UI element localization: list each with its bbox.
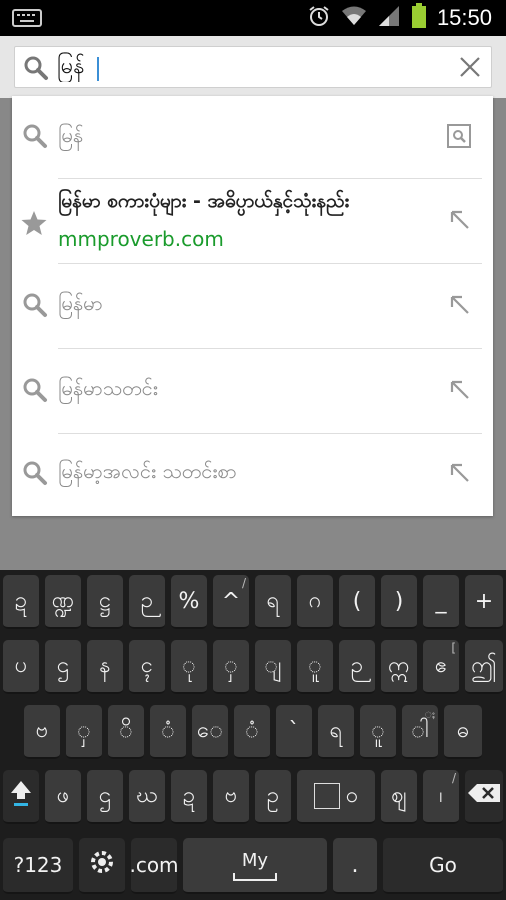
key[interactable]: ၚ: [129, 640, 165, 694]
key[interactable]: ဃ: [129, 770, 165, 824]
search-header: [0, 36, 506, 98]
space-key[interactable]: My: [183, 838, 327, 894]
gear-icon: [89, 849, 115, 881]
shift-key[interactable]: [3, 770, 39, 824]
wifi-icon: [341, 5, 367, 31]
suggestion-text: မြန်: [58, 123, 84, 147]
search-icon: [22, 292, 48, 322]
symbols-key[interactable]: ?123: [3, 838, 73, 894]
arrow-up-left-icon[interactable]: [449, 462, 471, 488]
key[interactable]: ဗ: [213, 770, 249, 824]
suggestion-item[interactable]: မြန်: [12, 96, 493, 178]
key[interactable]: ိ: [108, 705, 144, 759]
status-bar: 15:50: [0, 0, 506, 36]
clear-icon[interactable]: [459, 56, 481, 82]
key[interactable]: ဂ: [297, 575, 333, 629]
key[interactable]: ျ: [255, 640, 291, 694]
key[interactable]: %: [171, 575, 207, 629]
soft-keyboard: ဍ ဏ္ဍ ဋ္ဌ ဉ % ^ / ရ ဂ ( ) _ + ပ ဌ န ၚ ု ှ…: [0, 570, 506, 900]
key[interactable]: ဉ: [129, 575, 165, 629]
key[interactable]: ဝ: [297, 770, 375, 824]
shift-icon: [9, 779, 33, 813]
key[interactable]: ရ: [318, 705, 354, 759]
key[interactable]: ဉ: [339, 640, 375, 694]
keyboard-notification-icon: [12, 9, 42, 31]
settings-key[interactable]: [79, 838, 125, 894]
key[interactable]: ပ: [3, 640, 39, 694]
search-icon: [22, 460, 48, 490]
arrow-up-left-icon[interactable]: [449, 209, 471, 235]
suggestion-item[interactable]: မြန်မာသတင်း: [12, 349, 493, 433]
key[interactable]: ူ: [360, 705, 396, 759]
key[interactable]: ံ: [150, 705, 186, 759]
key[interactable]: ဧ[: [423, 640, 459, 694]
suggestion-item[interactable]: မြန်မာ့အလင်း သတင်းစာ: [12, 434, 493, 516]
key[interactable]: ရ: [255, 575, 291, 629]
suggestion-text: မြန်မာ့အလင်း သတင်းစာ: [58, 459, 237, 483]
suggestion-title: မြန်မာ စကားပုံများ - အဓိပ္ပာယ်နှင့်သုံးန…: [58, 190, 350, 212]
key[interactable]: ဋ္ဌ: [87, 575, 123, 629]
suggestions-dropdown: မြန် မြန်မာ စကားပုံများ - အဓိပ္ပာယ်နှင့်…: [12, 96, 493, 516]
search-icon: [23, 55, 49, 85]
key[interactable]: န: [87, 640, 123, 694]
clock: 15:50: [436, 5, 492, 30]
key[interactable]: ဈ: [381, 770, 417, 824]
suggestion-text: မြန်မာ: [58, 291, 103, 315]
search-icon: [22, 377, 48, 407]
key[interactable]: ဌ: [87, 770, 123, 824]
key[interactable]: ^ /: [213, 575, 249, 629]
key[interactable]: ှ: [213, 640, 249, 694]
suggestion-item[interactable]: မြန်မာ: [12, 264, 493, 348]
star-icon: [20, 209, 48, 241]
arrow-up-left-icon[interactable]: [449, 294, 471, 320]
search-box-icon[interactable]: [447, 124, 471, 152]
search-icon: [22, 123, 48, 153]
key[interactable]: ါႈ: [402, 705, 438, 759]
key[interactable]: ): [381, 575, 417, 629]
signal-icon: [377, 5, 401, 31]
key[interactable]: ဍ: [171, 770, 207, 824]
key[interactable]: ဏ္ဍ: [45, 575, 81, 629]
key[interactable]: _: [423, 575, 459, 629]
key[interactable]: `: [276, 705, 312, 759]
search-input[interactable]: [57, 52, 437, 82]
period-key[interactable]: .: [333, 838, 377, 894]
battery-icon: [411, 3, 427, 33]
space-bar-icon: [233, 872, 277, 881]
key[interactable]: ဓ: [444, 705, 482, 759]
key[interactable]: ံ: [234, 705, 270, 759]
key[interactable]: ဖ: [45, 770, 81, 824]
text-cursor: [97, 57, 99, 81]
key[interactable]: ဗ: [24, 705, 60, 759]
key[interactable]: ဌ: [45, 640, 81, 694]
key[interactable]: ဣ: [381, 640, 417, 694]
backspace-key[interactable]: [465, 770, 503, 824]
key[interactable]: ဍ: [3, 575, 39, 629]
arrow-up-left-icon[interactable]: [449, 379, 471, 405]
suggestion-text: မြန်မာသတင်း: [58, 376, 158, 400]
search-box[interactable]: [14, 46, 492, 88]
suggestion-bookmark-item[interactable]: မြန်မာ စကားပုံများ - အဓိပ္ပာယ်နှင့်သုံးန…: [12, 179, 493, 263]
backspace-icon: [467, 783, 501, 809]
suggestion-url: mmproverb.com: [58, 227, 224, 251]
key[interactable]: (: [339, 575, 375, 629]
dotcom-key[interactable]: .com: [129, 838, 179, 894]
key[interactable]: ၊ /: [423, 770, 459, 824]
key[interactable]: ှ: [66, 705, 102, 759]
dotted-circle-icon: [313, 783, 340, 809]
key[interactable]: ေ: [192, 705, 228, 759]
key[interactable]: ဥ: [255, 770, 291, 824]
key[interactable]: +: [465, 575, 503, 629]
go-key[interactable]: Go: [383, 838, 503, 894]
alarm-icon: [307, 4, 331, 32]
key[interactable]: ု: [171, 640, 207, 694]
key[interactable]: ူ: [297, 640, 333, 694]
key[interactable]: ဤ: [465, 640, 503, 694]
